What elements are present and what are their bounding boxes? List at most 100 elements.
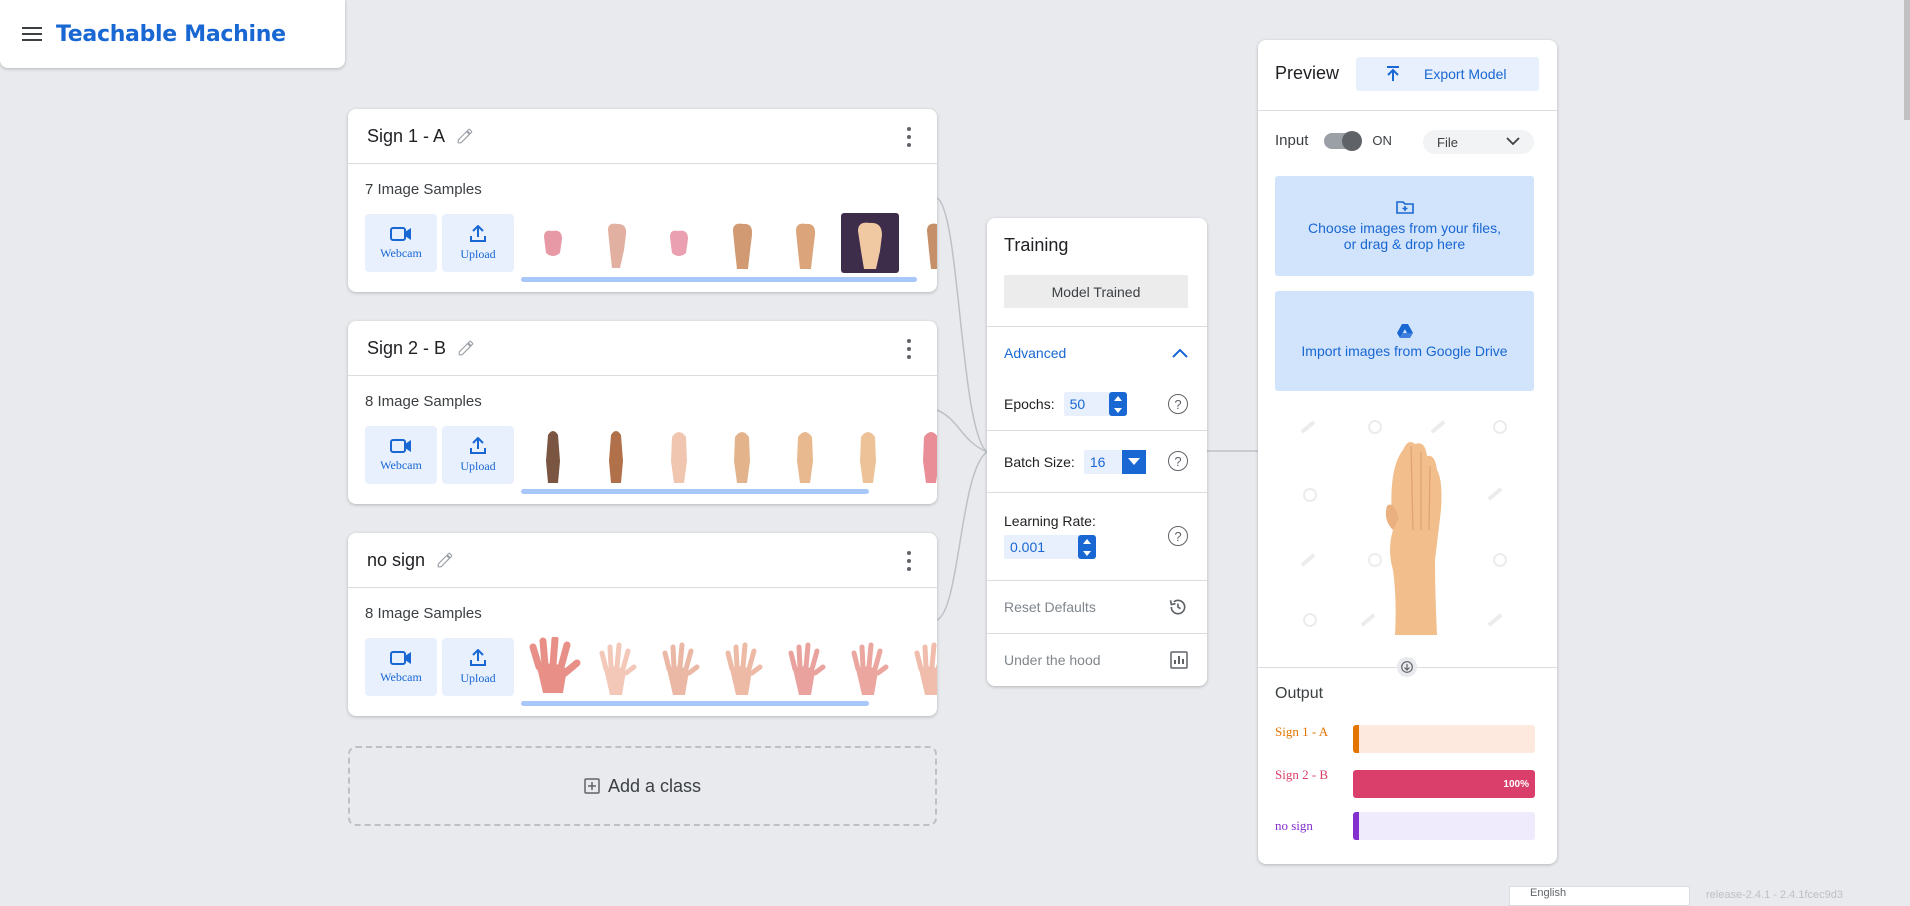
sample-thumbnail[interactable] xyxy=(710,637,773,697)
output-percent: 100% xyxy=(1353,770,1535,798)
under-the-hood-button[interactable]: Under the hood xyxy=(987,633,1207,686)
advanced-toggle[interactable]: Advanced xyxy=(987,326,1207,378)
sample-thumbnail[interactable] xyxy=(584,637,647,697)
sample-thumbnail[interactable] xyxy=(773,213,836,273)
file-drop-zone[interactable]: Choose images from your files, or drag &… xyxy=(1275,176,1534,276)
epochs-label: Epochs: xyxy=(1004,396,1055,412)
webcam-label: Webcam xyxy=(380,669,422,684)
upload-button[interactable]: Upload xyxy=(442,426,514,484)
google-drive-import[interactable]: Import images from Google Drive xyxy=(1275,291,1534,391)
preview-panel: Preview Export Model Input ON File Choos… xyxy=(1258,40,1557,864)
class-header: no sign xyxy=(348,533,937,588)
samples-count: 8 Image Samples xyxy=(365,393,482,410)
output-bar-sign-2: 100% xyxy=(1353,770,1535,798)
sample-thumbnail[interactable] xyxy=(584,425,647,485)
train-model-button[interactable]: Model Trained xyxy=(1004,275,1188,308)
input-source-select[interactable]: File xyxy=(1423,130,1534,154)
samples-count: 7 Image Samples xyxy=(365,181,482,198)
class-card-sign-1: Sign 1 - A 7 Image Samples Webcam Upload xyxy=(348,109,937,292)
folder-add-icon xyxy=(1395,201,1414,214)
page-scrollbar[interactable] xyxy=(1904,0,1910,120)
app-title[interactable]: Teachable Machine xyxy=(56,22,286,47)
sample-thumbnail[interactable] xyxy=(710,213,773,273)
upload-label: Upload xyxy=(460,458,496,473)
class-name[interactable]: Sign 1 - A xyxy=(367,126,445,147)
pencil-icon[interactable] xyxy=(435,550,455,570)
output-title: Output xyxy=(1275,685,1324,702)
sample-thumbnail[interactable] xyxy=(584,213,647,273)
batch-size-label: Batch Size: xyxy=(1004,453,1075,470)
thumbnail-scrollbar[interactable] xyxy=(521,701,869,706)
more-options-icon[interactable] xyxy=(906,339,912,359)
chevron-down-icon[interactable] xyxy=(1121,449,1146,474)
thumbnail-scrollbar[interactable] xyxy=(521,277,917,282)
webcam-label: Webcam xyxy=(380,457,422,472)
pencil-icon[interactable] xyxy=(455,126,475,146)
sample-thumbnails xyxy=(521,213,937,273)
epochs-value: 50 xyxy=(1069,396,1086,412)
input-row: Input ON xyxy=(1275,130,1392,151)
output-label-no-sign: no sign xyxy=(1275,818,1313,833)
more-options-icon[interactable] xyxy=(906,551,912,571)
batch-size-select[interactable]: 16 xyxy=(1083,449,1146,474)
under-the-hood-label: Under the hood xyxy=(1004,652,1101,668)
learning-rate-row: Learning Rate: 0.001 ? xyxy=(987,492,1207,580)
reset-defaults-label: Reset Defaults xyxy=(1004,599,1096,615)
output-percent xyxy=(1353,812,1359,840)
app-header: Teachable Machine xyxy=(0,0,345,68)
reset-defaults-button[interactable]: Reset Defaults xyxy=(987,580,1207,633)
class-card-sign-2: Sign 2 - B 8 Image Samples Webcam Upload xyxy=(348,321,937,504)
webcam-icon xyxy=(390,226,411,241)
more-options-icon[interactable] xyxy=(906,127,912,147)
language-select[interactable]: English xyxy=(1509,886,1690,906)
learning-rate-input[interactable]: 0.001 xyxy=(1004,535,1096,559)
sample-thumbnail[interactable] xyxy=(773,425,836,485)
webcam-label: Webcam xyxy=(380,245,422,260)
thumbnail-scrollbar[interactable] xyxy=(521,489,869,494)
sample-thumbnail[interactable] xyxy=(521,213,584,273)
input-label: Input xyxy=(1275,132,1309,149)
class-name[interactable]: Sign 2 - B xyxy=(367,338,446,359)
output-label-sign-1: Sign 1 - A xyxy=(1275,724,1329,739)
learning-rate-value: 0.001 xyxy=(1010,539,1046,555)
upload-button[interactable]: Upload xyxy=(442,214,514,272)
sample-thumbnail-selected[interactable] xyxy=(841,213,899,273)
epochs-input[interactable]: 50 xyxy=(1063,392,1127,416)
webcam-button[interactable]: Webcam xyxy=(365,426,437,484)
menu-icon[interactable] xyxy=(22,27,42,41)
sample-thumbnail[interactable] xyxy=(904,213,937,273)
batch-size-value: 16 xyxy=(1089,453,1106,470)
output-bar-no-sign xyxy=(1353,812,1535,840)
sample-thumbnail[interactable] xyxy=(521,425,584,485)
toggle-state-label: ON xyxy=(1372,133,1392,148)
epochs-stepper[interactable] xyxy=(1108,392,1127,416)
upload-icon xyxy=(470,224,486,242)
output-label-sign-2: Sign 2 - B xyxy=(1275,767,1329,782)
arrow-down-icon xyxy=(1397,657,1417,677)
webcam-button[interactable]: Webcam xyxy=(365,214,437,272)
sample-thumbnail[interactable] xyxy=(647,637,710,697)
class-name[interactable]: no sign xyxy=(367,550,425,571)
sample-thumbnail[interactable] xyxy=(710,425,773,485)
input-toggle[interactable] xyxy=(1324,130,1363,151)
export-model-button[interactable]: Export Model xyxy=(1356,57,1539,91)
sample-thumbnail[interactable] xyxy=(836,637,899,697)
sample-thumbnail[interactable] xyxy=(899,425,937,485)
learning-rate-stepper[interactable] xyxy=(1078,535,1096,559)
add-class-button[interactable]: Add a class xyxy=(348,746,937,826)
sample-thumbnail[interactable] xyxy=(836,425,899,485)
sample-thumbnail[interactable] xyxy=(647,213,710,273)
output-bar-sign-1 xyxy=(1353,725,1535,753)
help-icon[interactable]: ? xyxy=(1168,526,1188,546)
help-icon[interactable]: ? xyxy=(1168,394,1188,414)
sample-thumbnail[interactable] xyxy=(773,637,836,697)
upload-button[interactable]: Upload xyxy=(442,638,514,696)
help-icon[interactable]: ? xyxy=(1168,451,1188,471)
training-title: Training xyxy=(1004,235,1069,255)
pencil-icon[interactable] xyxy=(456,338,476,358)
class-card-no-sign: no sign 8 Image Samples Webcam Upload xyxy=(348,533,937,716)
sample-thumbnail[interactable] xyxy=(521,637,584,697)
sample-thumbnail[interactable] xyxy=(899,637,937,697)
webcam-button[interactable]: Webcam xyxy=(365,638,437,696)
sample-thumbnail[interactable] xyxy=(647,425,710,485)
